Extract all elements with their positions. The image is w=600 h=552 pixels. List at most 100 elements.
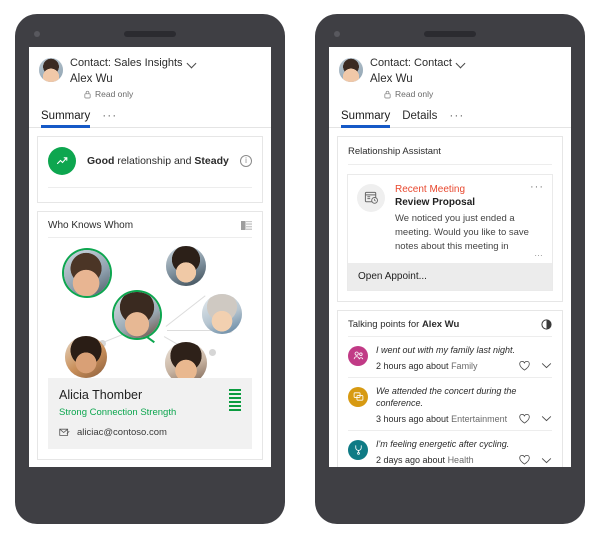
talking-point-topic: Family [451,360,478,371]
lock-icon [84,90,91,99]
tab-details[interactable]: Details [402,110,437,127]
assistant-card-subject: Review Proposal [395,196,476,208]
contact-detail-card[interactable]: Alicia Thomber Strong Connection Strengt… [48,377,252,449]
grid-list-icon[interactable] [241,220,252,230]
talking-point-time: 2 hours ago about [376,360,452,371]
read-only-label: Read only [95,89,134,100]
eye-icon[interactable] [541,318,552,330]
node-contact-3[interactable] [202,293,242,334]
tab-overflow-button[interactable]: ··· [102,108,117,127]
page-title: Alex Wu [70,72,113,85]
relationship-quality: Good [87,154,115,167]
front-camera-icon [34,31,40,37]
assistant-card-icon-wrap [357,183,385,212]
node-contact-2[interactable] [166,245,206,286]
connection-strength-bars [229,388,241,412]
record-type-selector[interactable]: Contact: Sales Insights [70,57,197,71]
content-area-right: Relationship Assistant Recent Meeting Re… [329,128,571,467]
open-appointment-button[interactable]: Open Appoint... [348,262,552,290]
calendar-clock-icon [364,192,378,205]
relationship-trend: Steady [194,154,229,167]
health-icon [348,439,368,460]
tab-overflow-button[interactable]: ··· [449,108,464,127]
phone-device-left: Contact: Sales Insights Alex Wu Read onl… [15,14,285,524]
read-only-status: Read only [384,89,466,100]
talking-points-card: Talking points for Alex Wu I went out wi… [337,309,563,467]
talking-point-item[interactable]: We attended the concert during the confe… [338,378,562,430]
talking-points-title-prefix: Talking points for [348,318,422,330]
contact-email-row[interactable]: aliciac@contoso.com [59,427,241,438]
trending-up-icon [56,157,68,164]
node-contact-4[interactable] [65,335,107,378]
heart-icon[interactable] [519,455,530,465]
record-type-label: Contact: Contact [370,57,452,69]
chevron-down-icon[interactable] [541,415,552,422]
heart-icon[interactable] [519,413,530,424]
talking-points-contact-name: Alex Wu [421,318,460,330]
relationship-health-card: Good relationship and Steady i [37,135,263,203]
tab-bar-right: Summary Details ··· [329,100,571,128]
assistant-card-description: We noticed you just ended a meeting. Wou… [395,212,529,253]
relationship-health-badge [48,146,76,175]
talking-point-quote: I went out with my family last night. [376,344,516,355]
page-title: Alex Wu [370,72,413,85]
relationship-assistant-card: Relationship Assistant Recent Meeting Re… [337,135,563,302]
info-icon[interactable]: i [240,154,252,167]
content-area-left: Good relationship and Steady i Who Knows… [29,128,271,460]
family-icon [348,345,368,366]
contact-email: aliciac@contoso.com [77,426,167,438]
tab-bar-left: Summary ··· [29,100,271,128]
chevron-down-icon[interactable] [541,362,552,369]
talking-point-item[interactable]: I went out with my family last night. 2 … [338,337,562,377]
talking-point-time: 3 hours ago about [376,413,452,424]
chevron-down-icon[interactable] [541,457,552,464]
graph-hub-node [209,348,216,356]
talking-point-topic: Entertainment [451,413,508,424]
relationship-graph [38,238,262,384]
chevron-down-icon[interactable] [457,59,466,68]
avatar [339,58,363,82]
phone-screen-left: Contact: Sales Insights Alex Wu Read onl… [29,47,271,467]
app-header-left: Contact: Sales Insights Alex Wu Read onl… [29,47,271,100]
divider [48,186,252,188]
lock-icon [384,90,391,99]
assistant-card-category: Recent Meeting [395,183,466,195]
front-camera-icon [334,31,340,37]
phone-screen-right: Contact: Contact Alex Wu Read only Summa… [329,47,571,467]
node-alicia[interactable] [64,249,110,296]
connection-strength-label: Strong Connection Strength [59,406,177,418]
chevron-down-icon[interactable] [188,59,197,68]
talking-point-topic: Health [447,455,474,466]
talking-point-item[interactable]: I'm feeling energetic after cycling. 2 d… [338,431,562,467]
who-knows-whom-title: Who Knows Whom [48,219,134,231]
node-center-alex[interactable] [114,291,160,338]
screenshot-stage: Contact: Sales Insights Alex Wu Read onl… [0,0,600,552]
talking-point-quote: I'm feeling energetic after cycling. [376,438,510,449]
relationship-health-text: Good relationship and Steady [87,155,229,167]
relationship-assistant-title: Relationship Assistant [348,145,441,157]
record-type-label: Contact: Sales Insights [70,57,183,69]
assistant-card-truncation: … [534,247,543,258]
tab-summary[interactable]: Summary [41,110,91,128]
contact-name: Alicia Thomber [59,387,143,402]
entertainment-icon [348,386,368,407]
heart-icon[interactable] [519,360,530,371]
record-type-selector[interactable]: Contact: Contact [370,57,466,71]
email-icon [59,428,70,436]
graph-edge [165,295,206,327]
earpiece-speaker [424,31,476,37]
talking-points-title: Talking points for Alex Wu [348,319,459,330]
tab-summary[interactable]: Summary [341,110,391,128]
talking-point-quote: We attended the concert during the confe… [376,385,517,408]
assistant-card-overflow-button[interactable]: ··· [530,181,544,193]
who-knows-whom-card: Who Knows Whom Alicia Thomber Strong Con… [37,210,263,460]
avatar [39,58,63,82]
divider [348,163,552,165]
talking-point-meta: 3 hours ago about Entertainment [376,414,519,424]
talking-point-meta: 2 hours ago about Family [376,361,519,371]
phone-device-right: Contact: Contact Alex Wu Read only Summa… [315,14,585,524]
read-only-status: Read only [84,89,197,100]
app-header-right: Contact: Contact Alex Wu Read only [329,47,571,100]
relationship-connector: relationship and [114,154,195,167]
assistant-card-item[interactable]: Recent Meeting Review Proposal We notice… [347,173,553,291]
